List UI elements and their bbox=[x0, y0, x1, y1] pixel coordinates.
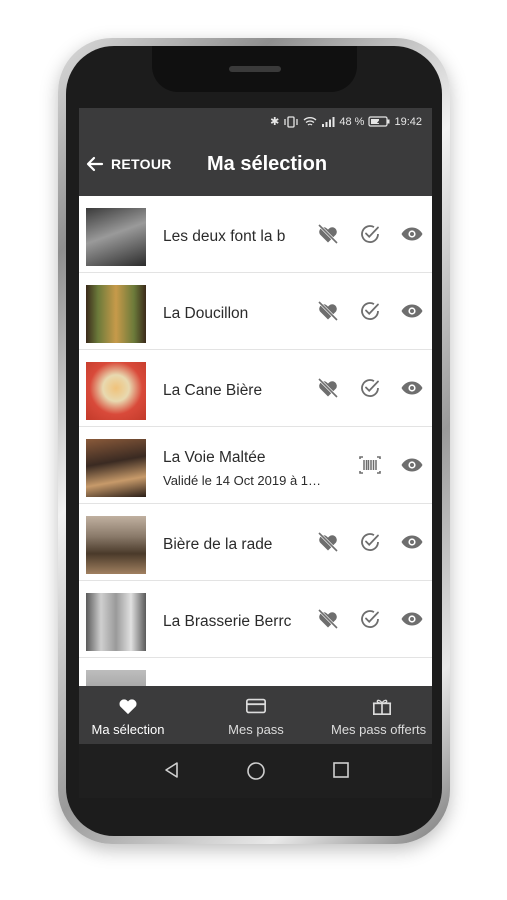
check-circle-icon[interactable] bbox=[358, 530, 382, 554]
nav-mes-pass[interactable]: Mes pass bbox=[221, 686, 291, 744]
battery-icon bbox=[368, 116, 390, 127]
eye-icon[interactable] bbox=[400, 453, 424, 477]
eye-icon[interactable] bbox=[400, 299, 424, 323]
place-thumbnail bbox=[86, 362, 146, 420]
back-label: RETOUR bbox=[111, 156, 172, 172]
eye-icon[interactable] bbox=[400, 607, 424, 631]
heart-broken-icon[interactable] bbox=[316, 222, 340, 246]
eye-icon[interactable] bbox=[400, 222, 424, 246]
page-title: Ma sélection bbox=[207, 153, 328, 175]
place-name: La Cane Bière bbox=[163, 382, 263, 399]
eye-icon[interactable] bbox=[400, 376, 424, 400]
place-name: La Brasserie Berrc bbox=[163, 613, 292, 630]
check-circle-icon[interactable] bbox=[358, 222, 382, 246]
wifi-icon bbox=[303, 117, 317, 126]
phone-speaker bbox=[229, 66, 281, 72]
arrow-left-icon bbox=[86, 156, 104, 172]
app-screen: ✱ 48 % 19:42 RETOUR Ma sélection Les deu… bbox=[79, 108, 432, 744]
card-icon bbox=[246, 698, 266, 714]
place-name: Les deux font la b bbox=[163, 228, 286, 245]
app-bar: RETOUR Ma sélection bbox=[79, 136, 432, 196]
bottom-navigation: Ma sélection Mes pass Mes pass offerts bbox=[79, 686, 432, 744]
list-item[interactable]: Les deux font la b bbox=[79, 196, 432, 273]
nav-ma-selection[interactable]: Ma sélection bbox=[87, 686, 169, 744]
nav-label: Mes pass bbox=[228, 722, 284, 737]
bluetooth-icon: ✱ bbox=[270, 116, 280, 128]
list-item[interactable]: La Doucillon bbox=[79, 273, 432, 350]
status-time: 19:42 bbox=[394, 115, 422, 128]
place-thumbnail bbox=[86, 670, 146, 686]
system-navigation-bar bbox=[79, 744, 432, 798]
place-thumbnail bbox=[86, 208, 146, 266]
list-item[interactable]: La Voie Maltée Validé le 14 Oct 2019 à 1… bbox=[79, 427, 432, 504]
list-item[interactable]: Bière de la rade bbox=[79, 504, 432, 581]
back-button[interactable]: RETOUR bbox=[85, 154, 172, 174]
place-name: La Voie Maltée bbox=[163, 449, 266, 466]
list-item[interactable]: La Brasserie Berrc bbox=[79, 581, 432, 658]
eye-icon[interactable] bbox=[400, 530, 424, 554]
barcode-icon[interactable] bbox=[358, 453, 382, 477]
system-back-icon[interactable] bbox=[163, 761, 181, 779]
check-circle-icon[interactable] bbox=[358, 376, 382, 400]
cell-signal-icon bbox=[322, 117, 335, 127]
heart-broken-icon[interactable] bbox=[316, 376, 340, 400]
gift-icon bbox=[372, 699, 392, 715]
place-name: Bière de la rade bbox=[163, 536, 273, 553]
selection-list: Les deux font la b La Doucillon La Cane … bbox=[79, 196, 432, 686]
system-home-icon[interactable] bbox=[246, 761, 266, 781]
heart-icon bbox=[119, 699, 137, 715]
heart-broken-icon[interactable] bbox=[316, 607, 340, 631]
place-thumbnail bbox=[86, 285, 146, 343]
status-bar: ✱ 48 % 19:42 bbox=[79, 108, 432, 136]
place-thumbnail bbox=[86, 593, 146, 651]
nav-mes-pass-offerts[interactable]: Mes pass offerts bbox=[331, 686, 432, 744]
system-recents-icon[interactable] bbox=[332, 761, 350, 779]
heart-broken-icon[interactable] bbox=[316, 299, 340, 323]
vibrate-icon bbox=[284, 115, 299, 128]
validation-date: Validé le 14 Oct 2019 à 1… bbox=[163, 473, 322, 488]
check-circle-icon[interactable] bbox=[358, 299, 382, 323]
list-item[interactable]: La Cane Bière bbox=[79, 350, 432, 427]
nav-label: Ma sélection bbox=[91, 722, 165, 737]
heart-broken-icon[interactable] bbox=[316, 530, 340, 554]
list-item-partial[interactable] bbox=[79, 658, 432, 686]
nav-label: Mes pass offerts bbox=[331, 722, 427, 737]
place-thumbnail bbox=[86, 516, 146, 574]
check-circle-icon[interactable] bbox=[358, 607, 382, 631]
place-name: La Doucillon bbox=[163, 305, 249, 322]
place-thumbnail bbox=[86, 439, 146, 497]
battery-percent: 48 % bbox=[339, 115, 365, 128]
